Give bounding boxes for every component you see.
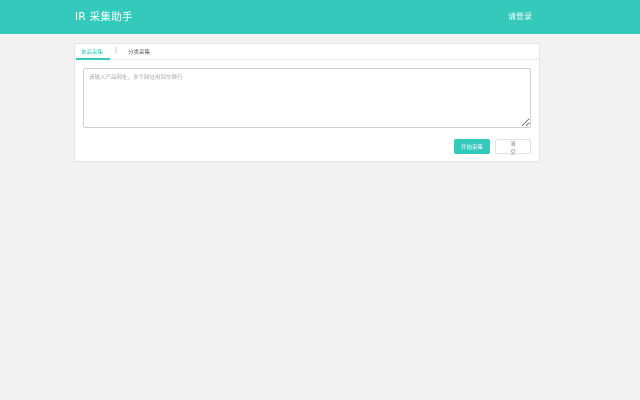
login-link[interactable]: 请登录 [508,11,532,22]
collect-panel: 单品采集 | 分类采集 开始采集 清空 [74,43,540,162]
url-textarea[interactable] [83,68,531,128]
tab-separator: | [115,47,118,54]
app-title: IR 采集助手 [75,11,133,23]
tab-single-product[interactable]: 单品采集 [81,48,103,56]
active-tab-indicator [76,58,110,60]
tab-category[interactable]: 分类采集 [128,48,150,56]
top-header-bar: IR 采集助手 请登录 [0,0,640,34]
tab-bar: 单品采集 | 分类采集 [75,44,539,60]
clear-button[interactable]: 清空 [495,139,531,156]
start-collect-button[interactable]: 开始采集 [454,139,490,154]
